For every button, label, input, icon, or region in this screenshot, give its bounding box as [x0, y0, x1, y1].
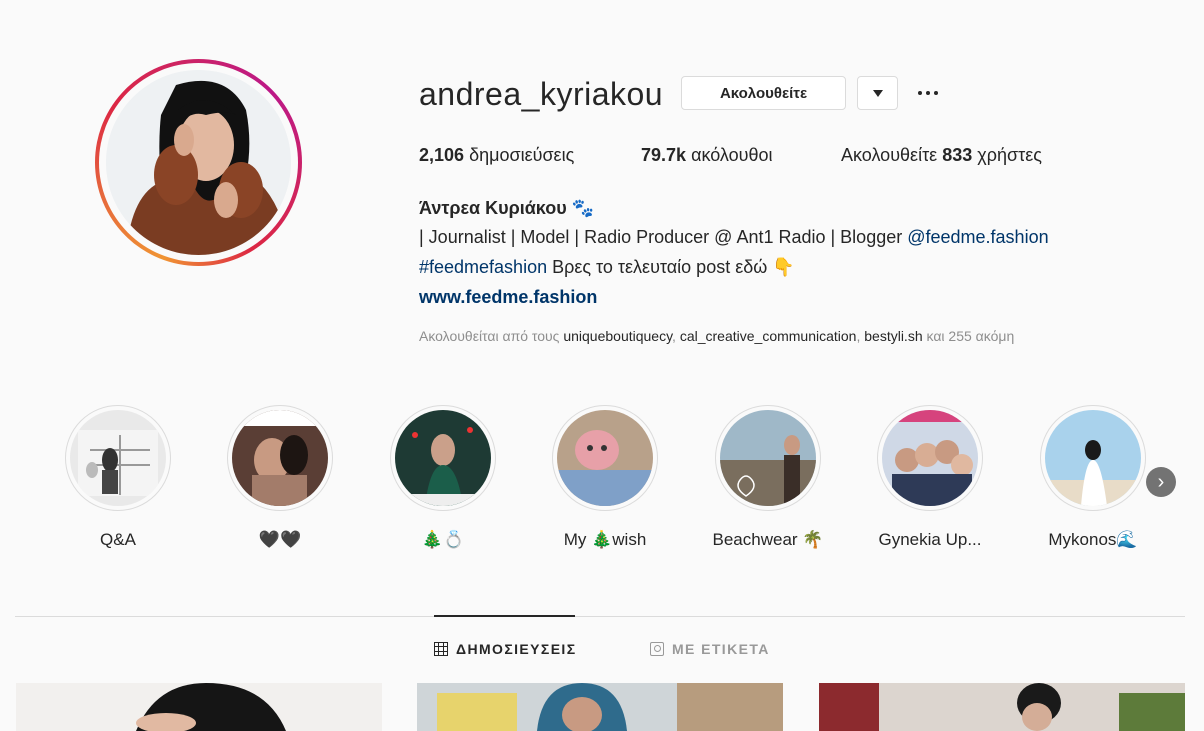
- highlight-label: Q&A: [100, 530, 136, 549]
- highlight-item[interactable]: 🎄💍: [362, 405, 524, 551]
- highlight-label: 🎄💍: [421, 530, 465, 549]
- followed-by-suffix: και 255 ακόμη: [922, 328, 1015, 344]
- tab-tagged[interactable]: ΜΕ ΕΤΙΚΕΤΑ: [650, 641, 770, 657]
- more-dot: [934, 91, 938, 95]
- highlight-cover: [232, 410, 328, 506]
- profile-website-link[interactable]: www.feedme.fashion: [419, 285, 597, 309]
- posts-stat: 2,106 δημοσιεύσεις: [419, 144, 641, 166]
- posts-label: δημοσιεύσεις: [469, 145, 575, 165]
- bio-line-1: | Journalist | Model | Radio Producer @ …: [419, 225, 1049, 249]
- bio-mention-link[interactable]: @feedme.fashion: [907, 227, 1048, 247]
- highlight-ring: [877, 405, 983, 511]
- followed-by[interactable]: Ακολουθείται από τους uniqueboutiquecy, …: [419, 327, 1014, 345]
- profile-username: andrea_kyriakou: [419, 76, 664, 112]
- tagged-icon: [650, 642, 664, 656]
- following-stat[interactable]: Ακολουθείτε 833 χρήστες: [841, 144, 1042, 166]
- bio-text: | Journalist | Model | Radio Producer @ …: [419, 227, 908, 247]
- story-highlights: Q&A 🖤🖤 🎄💍 My 🎄wish Beachwear 🌴 Gynekia U…: [0, 405, 1204, 555]
- more-dot: [926, 91, 930, 95]
- caret-down-icon: [872, 89, 883, 97]
- highlight-item[interactable]: Gynekia Up...: [849, 405, 1011, 551]
- highlight-item[interactable]: My 🎄wish: [524, 405, 686, 551]
- avatar[interactable]: [106, 70, 291, 255]
- following-count: 833: [942, 145, 973, 165]
- highlight-ring: [552, 405, 658, 511]
- bio-hashtag-link[interactable]: #feedmefashion: [419, 257, 547, 277]
- tab-tagged-label: ΜΕ ΕΤΙΚΕΤΑ: [672, 641, 770, 657]
- highlight-cover: [395, 410, 491, 506]
- highlight-label: Mykonos🌊: [1048, 530, 1138, 549]
- suggestions-dropdown-button[interactable]: [857, 76, 898, 110]
- highlight-label: 🖤🖤: [258, 530, 302, 549]
- tab-posts-label: ΔΗΜΟΣΙΕΥΣΕΙΣ: [456, 641, 577, 657]
- posts-count: 2,106: [419, 145, 465, 165]
- profile-full-name: Άντρεα Κυριάκου 🐾: [419, 198, 595, 218]
- highlight-cover: [557, 410, 653, 506]
- bio-text: Βρες το τελευταίο post εδώ 👇: [547, 257, 795, 277]
- post-thumbnail[interactable]: [819, 683, 1185, 731]
- followed-by-user[interactable]: cal_creative_communication: [680, 328, 857, 344]
- tab-posts[interactable]: ΔΗΜΟΣΙΕΥΣΕΙΣ: [434, 641, 577, 657]
- highlight-label: My 🎄wish: [563, 530, 647, 549]
- avatar-gap: [99, 63, 298, 262]
- post-thumbnail[interactable]: [417, 683, 783, 731]
- grid-icon: [434, 642, 448, 656]
- highlight-ring: [227, 405, 333, 511]
- highlight-cover: [70, 410, 166, 506]
- followers-label: ακόλουθοι: [691, 145, 773, 165]
- highlight-cover: [720, 410, 816, 506]
- highlight-label: Gynekia Up...: [878, 530, 982, 549]
- tabs-divider: [15, 616, 1185, 617]
- separator: ,: [672, 328, 680, 344]
- more-options-button[interactable]: [913, 80, 943, 106]
- followed-by-user[interactable]: uniqueboutiquecy: [563, 328, 672, 344]
- highlight-ring: [390, 405, 496, 511]
- highlight-cover: [882, 410, 978, 506]
- profile-stats: 2,106 δημοσιεύσεις 79.7k ακόλουθοι Ακολο…: [419, 144, 1042, 166]
- active-tab-indicator: [434, 615, 575, 617]
- followed-by-prefix: Ακολουθείται από τους: [419, 328, 564, 344]
- bio-line-2: #feedmefashion Βρες το τελευταίο post εδ…: [419, 255, 795, 279]
- followed-by-user[interactable]: bestyli.sh: [864, 328, 922, 344]
- following-prefix: Ακολουθείτε: [841, 145, 938, 165]
- highlight-ring: [65, 405, 171, 511]
- highlight-item[interactable]: Q&A: [37, 405, 199, 551]
- followers-count: 79.7k: [641, 145, 687, 165]
- post-thumbnail[interactable]: [16, 683, 382, 731]
- followers-stat[interactable]: 79.7k ακόλουθοι: [641, 144, 841, 166]
- highlight-ring: [1040, 405, 1146, 511]
- highlight-item[interactable]: 🖤🖤: [199, 405, 361, 551]
- highlight-label: Beachwear 🌴: [712, 530, 824, 549]
- following-button[interactable]: Ακολουθείτε: [681, 76, 846, 110]
- profile-avatar-ring[interactable]: [95, 59, 302, 266]
- highlight-cover: [1045, 410, 1141, 506]
- highlight-item[interactable]: Beachwear 🌴: [687, 405, 849, 551]
- following-suffix: χρήστες: [977, 145, 1042, 165]
- highlights-next-button[interactable]: ›: [1146, 467, 1176, 497]
- highlight-ring: [715, 405, 821, 511]
- chevron-right-icon: ›: [1157, 470, 1165, 493]
- more-dots-icon: [918, 91, 922, 95]
